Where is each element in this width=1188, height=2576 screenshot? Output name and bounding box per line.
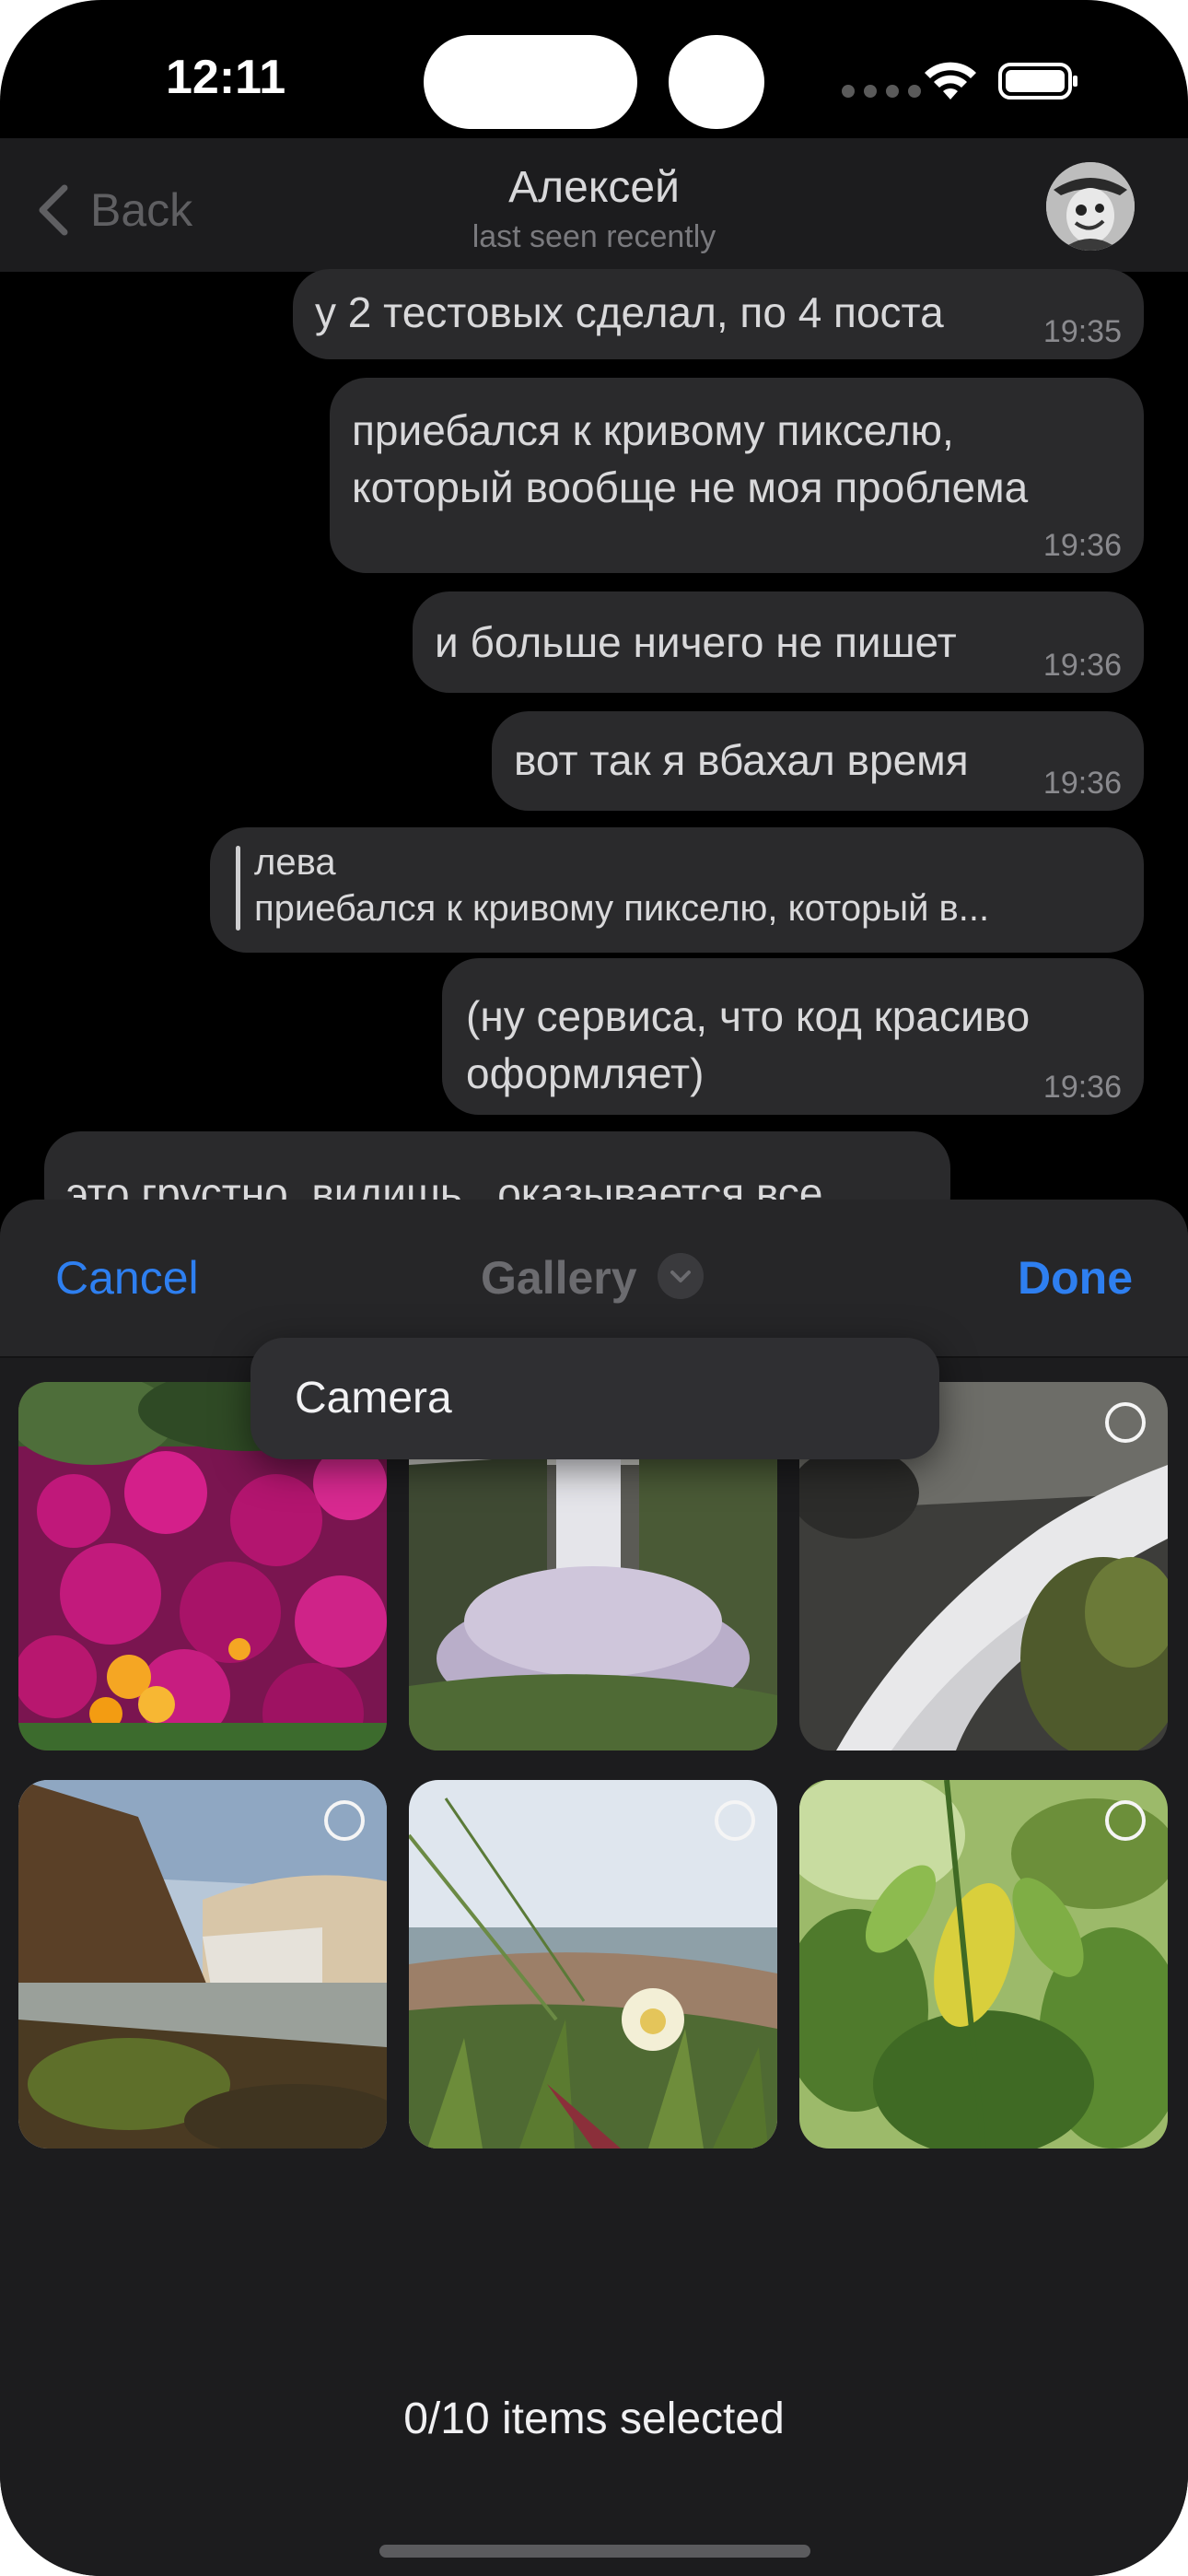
reply-text: приебался к кривому пикселю, который в..… — [254, 888, 990, 929]
message-bubble[interactable]: (ну сервиса, что код красиво оформляет) … — [442, 958, 1144, 1115]
dropdown-item-camera[interactable]: Camera — [295, 1373, 452, 1423]
message-time: 19:36 — [1042, 1070, 1122, 1105]
message-text: приебался к кривому пикселю, который воо… — [352, 406, 1029, 511]
sheet-header: Cancel Gallery Done — [0, 1200, 1188, 1358]
select-circle-icon[interactable] — [1105, 1800, 1146, 1841]
message-time: 19:35 — [1042, 314, 1122, 349]
reply-author: лева — [254, 842, 336, 883]
chat-header: Back Алексей last seen recently — [0, 138, 1188, 272]
contact-name[interactable]: Алексей — [0, 162, 1188, 213]
gallery-picker-sheet: Cancel Gallery Done Camera 0/10 items se… — [0, 1200, 1188, 2576]
select-circle-icon[interactable] — [1105, 1402, 1146, 1443]
cellular-signal-icon — [842, 85, 921, 98]
message-time: 19:36 — [1042, 648, 1122, 683]
message-text: у 2 тестовых сделал, по 4 поста — [315, 288, 944, 336]
message-bubble[interactable]: у 2 тестовых сделал, по 4 поста 19:35 — [293, 269, 1144, 359]
home-indicator[interactable] — [379, 2545, 810, 2558]
cancel-button[interactable]: Cancel — [55, 1251, 199, 1305]
source-dropdown-menu: Camera — [250, 1338, 939, 1459]
gallery-source-title[interactable]: Gallery — [481, 1251, 637, 1305]
done-button[interactable]: Done — [1018, 1251, 1133, 1305]
message-bubble[interactable]: и больше ничего не пишет 19:36 — [413, 591, 1144, 693]
message-text: вот так я вбахал время — [514, 736, 969, 784]
select-circle-icon[interactable] — [324, 1800, 365, 1841]
battery-icon — [998, 63, 1077, 100]
photo-thumbnail[interactable] — [18, 1780, 387, 2149]
chevron-down-icon[interactable] — [658, 1253, 704, 1299]
message-text: (ну сервиса, что код красиво оформляет) — [466, 992, 1031, 1097]
status-time: 12:11 — [166, 51, 286, 104]
photo-thumbnail[interactable] — [409, 1780, 777, 2149]
reply-quote-bubble[interactable]: лева приебался к кривому пикселю, которы… — [210, 827, 1144, 953]
selected-count-label: 0/10 items selected — [403, 2395, 785, 2443]
wifi-icon — [925, 62, 976, 100]
dynamic-island-pill — [424, 35, 637, 129]
message-time: 19:36 — [1042, 528, 1122, 563]
message-time: 19:36 — [1042, 766, 1122, 801]
select-circle-icon[interactable] — [715, 1800, 755, 1841]
photo-thumbnail[interactable] — [799, 1780, 1168, 2149]
message-text: и больше ничего не пишет — [435, 618, 957, 666]
message-bubble[interactable]: приебался к кривому пикселю, который воо… — [330, 378, 1144, 573]
message-bubble[interactable]: вот так я вбахал время 19:36 — [492, 711, 1144, 811]
phone-screen: 12:11 Back Алексей last seen recently у … — [0, 0, 1188, 2576]
avatar[interactable] — [1046, 162, 1135, 251]
reply-quote-bar — [236, 846, 240, 931]
dynamic-island-dot — [669, 35, 764, 129]
last-seen-status: last seen recently — [472, 219, 716, 254]
